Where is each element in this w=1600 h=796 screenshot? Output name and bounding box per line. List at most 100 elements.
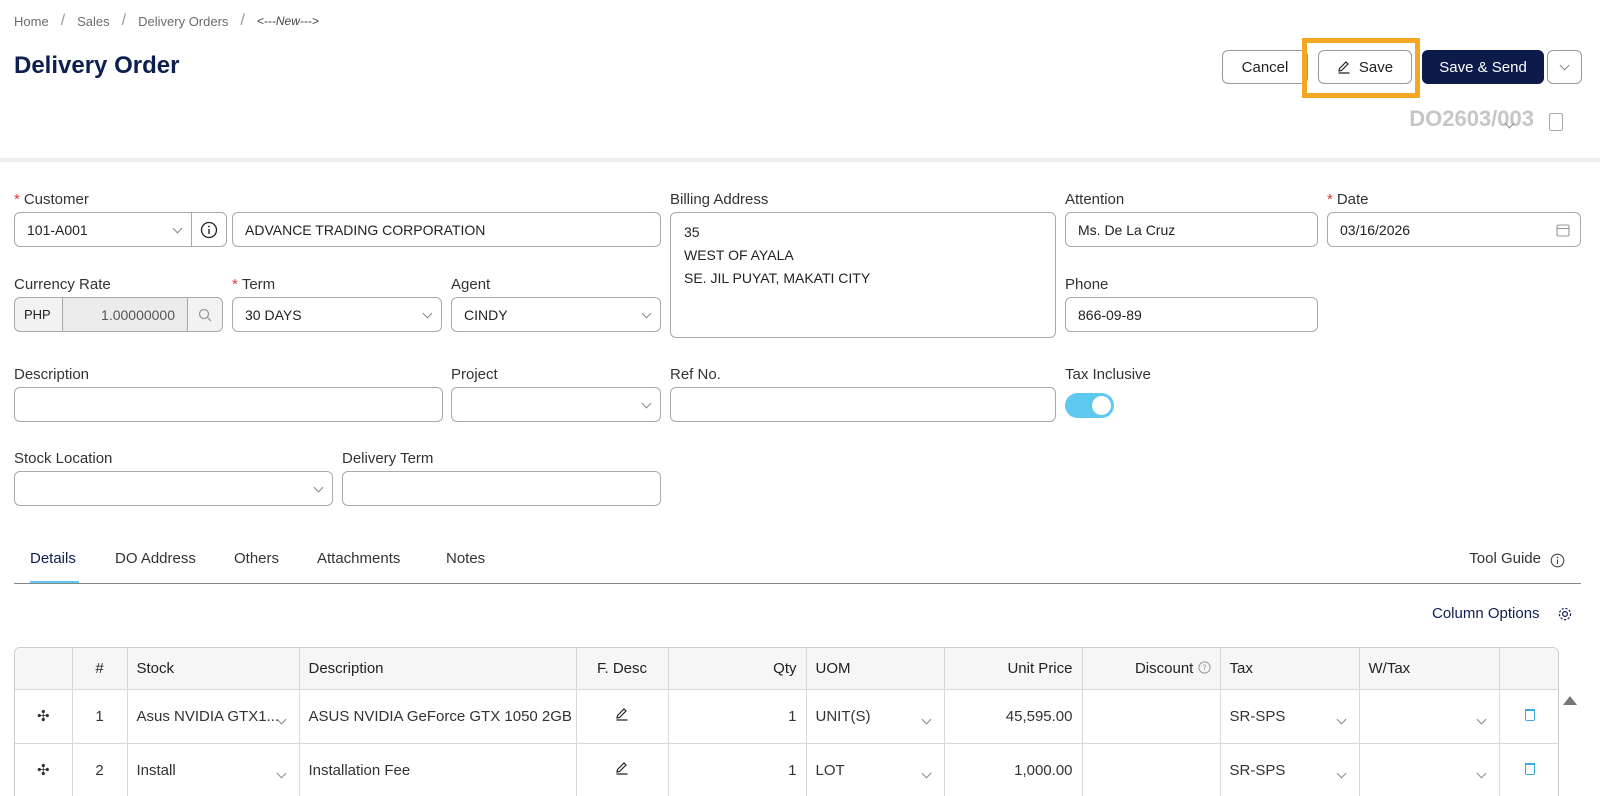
stock-location-select[interactable] bbox=[14, 471, 333, 506]
tax-select[interactable]: SR-SPS bbox=[1220, 689, 1360, 744]
term-value: 30 DAYS bbox=[245, 306, 302, 323]
actions-column-header bbox=[1499, 648, 1558, 690]
discount-cell[interactable] bbox=[1082, 743, 1221, 796]
project-select[interactable] bbox=[451, 387, 661, 422]
drag-handle-icon[interactable]: ✣ bbox=[15, 743, 73, 796]
breadcrumb-sales[interactable]: Sales bbox=[77, 14, 110, 29]
breadcrumb-separator: / bbox=[121, 12, 127, 29]
tax-select[interactable]: SR-SPS bbox=[1220, 743, 1360, 796]
attention-field[interactable]: Ms. De La Cruz bbox=[1065, 212, 1318, 247]
tab-details[interactable]: Details bbox=[30, 550, 76, 567]
chevron-down-icon bbox=[921, 764, 931, 781]
currency-rate-label: Currency Rate bbox=[14, 276, 111, 293]
full-description-button[interactable] bbox=[576, 743, 669, 796]
billing-address-label: Billing Address bbox=[670, 191, 769, 208]
tab-others[interactable]: Others bbox=[234, 550, 279, 567]
customer-name-value: ADVANCE TRADING CORPORATION bbox=[245, 221, 486, 238]
column-options-button[interactable]: Column Options bbox=[1432, 605, 1540, 622]
currency-code-value: PHP bbox=[24, 307, 51, 322]
ref-no-field[interactable] bbox=[670, 387, 1056, 422]
column-header-description: Description bbox=[299, 648, 577, 690]
delete-row-button[interactable] bbox=[1499, 689, 1558, 744]
cancel-button[interactable]: Cancel bbox=[1222, 50, 1308, 84]
more-actions-dropdown[interactable] bbox=[1547, 50, 1582, 84]
chevron-down-icon bbox=[1336, 764, 1346, 781]
help-icon[interactable]: ? bbox=[1197, 661, 1211, 674]
bookmark-icon[interactable] bbox=[1549, 113, 1563, 131]
unit-price-cell[interactable]: 45,595.00 bbox=[944, 689, 1083, 744]
uom-select[interactable]: UNIT(S) bbox=[806, 689, 945, 744]
term-label: * Term bbox=[232, 276, 276, 293]
pencil-icon bbox=[616, 762, 628, 775]
tool-guide-link[interactable]: Tool Guide bbox=[1469, 550, 1541, 567]
table-row: ✣ 2 Install Installation Fee 1 LOT 1,000… bbox=[15, 743, 1558, 796]
chevron-down-icon bbox=[422, 308, 433, 320]
unit-price-cell[interactable]: 1,000.00 bbox=[944, 743, 1083, 796]
tab-attachments[interactable]: Attachments bbox=[317, 550, 400, 567]
save-and-send-button[interactable]: Save & Send bbox=[1422, 50, 1544, 84]
tax-inclusive-toggle[interactable] bbox=[1065, 393, 1114, 418]
billing-address-textarea[interactable]: 35 WEST OF AYALA SE. JIL PUYAT, MAKATI C… bbox=[670, 212, 1056, 338]
project-label: Project bbox=[451, 366, 498, 383]
attention-label: Attention bbox=[1065, 191, 1125, 208]
calendar-icon[interactable] bbox=[1556, 223, 1570, 237]
customer-info-button[interactable] bbox=[191, 212, 227, 247]
row-number: 1 bbox=[72, 689, 128, 744]
stock-select[interactable]: Asus NVIDIA GTX1... bbox=[127, 689, 300, 744]
description-cell[interactable]: ASUS NVIDIA GeForce GTX 1050 2GB bbox=[299, 689, 577, 744]
breadcrumb: Home / Sales / Delivery Orders / <---New… bbox=[14, 12, 319, 30]
phone-label: Phone bbox=[1065, 276, 1109, 293]
info-icon[interactable] bbox=[1550, 553, 1565, 568]
qty-cell[interactable]: 1 bbox=[668, 689, 807, 744]
customer-code-select[interactable]: 101-A001 bbox=[14, 212, 192, 247]
save-and-send-label: Save & Send bbox=[1439, 58, 1527, 76]
currency-search-button[interactable] bbox=[187, 297, 223, 332]
chevron-down-icon bbox=[1336, 710, 1346, 727]
column-header-f-desc: F. Desc bbox=[576, 648, 669, 690]
column-header-tax: Tax bbox=[1220, 648, 1360, 690]
column-header-wtax: W/Tax bbox=[1359, 648, 1500, 690]
breadcrumb-home[interactable]: Home bbox=[14, 14, 49, 29]
wtax-select[interactable] bbox=[1359, 743, 1500, 796]
uom-select[interactable]: LOT bbox=[806, 743, 945, 796]
full-description-button[interactable] bbox=[576, 689, 669, 744]
stock-select[interactable]: Install bbox=[127, 743, 300, 796]
billing-address-line: WEST OF AYALA bbox=[684, 247, 794, 263]
toggle-knob bbox=[1092, 396, 1111, 415]
tab-do-address[interactable]: DO Address bbox=[115, 550, 196, 567]
chevron-down-icon bbox=[921, 710, 931, 727]
attention-value: Ms. De La Cruz bbox=[1078, 221, 1176, 238]
doc-number-chevron-icon[interactable] bbox=[1504, 114, 1515, 130]
discount-cell[interactable] bbox=[1082, 689, 1221, 744]
delete-row-button[interactable] bbox=[1499, 743, 1558, 796]
wtax-select[interactable] bbox=[1359, 689, 1500, 744]
customer-label: * Customer bbox=[14, 191, 89, 208]
customer-name-field[interactable]: ADVANCE TRADING CORPORATION bbox=[232, 212, 661, 247]
save-button[interactable]: Save bbox=[1318, 50, 1412, 84]
phone-field[interactable]: 866-09-89 bbox=[1065, 297, 1318, 332]
description-label: Description bbox=[14, 366, 90, 383]
breadcrumb-delivery-orders[interactable]: Delivery Orders bbox=[138, 14, 228, 29]
scroll-up-arrow-icon[interactable] bbox=[1563, 696, 1577, 705]
term-select[interactable]: 30 DAYS bbox=[232, 297, 442, 332]
qty-cell[interactable]: 1 bbox=[668, 743, 807, 796]
currency-rate-field[interactable]: 1.00000000 bbox=[62, 297, 188, 332]
info-icon bbox=[200, 221, 218, 238]
chevron-down-icon bbox=[313, 482, 324, 494]
pencil-icon bbox=[616, 708, 628, 721]
tab-notes[interactable]: Notes bbox=[446, 550, 485, 567]
date-field[interactable]: 03/16/2026 bbox=[1327, 212, 1581, 247]
drag-handle-icon[interactable]: ✣ bbox=[15, 689, 73, 744]
column-header-discount: Discount ? bbox=[1082, 648, 1221, 690]
breadcrumb-current: <---New---> bbox=[256, 14, 319, 28]
description-cell[interactable]: Installation Fee bbox=[299, 743, 577, 796]
search-icon bbox=[198, 308, 212, 321]
delivery-term-field[interactable] bbox=[342, 471, 661, 506]
gear-icon[interactable] bbox=[1557, 606, 1573, 622]
chevron-down-icon bbox=[276, 710, 286, 727]
description-field[interactable] bbox=[14, 387, 443, 422]
agent-select[interactable]: CINDY bbox=[451, 297, 661, 332]
column-header-number: # bbox=[72, 648, 128, 690]
breadcrumb-separator: / bbox=[60, 12, 66, 29]
trash-icon bbox=[1524, 762, 1535, 775]
